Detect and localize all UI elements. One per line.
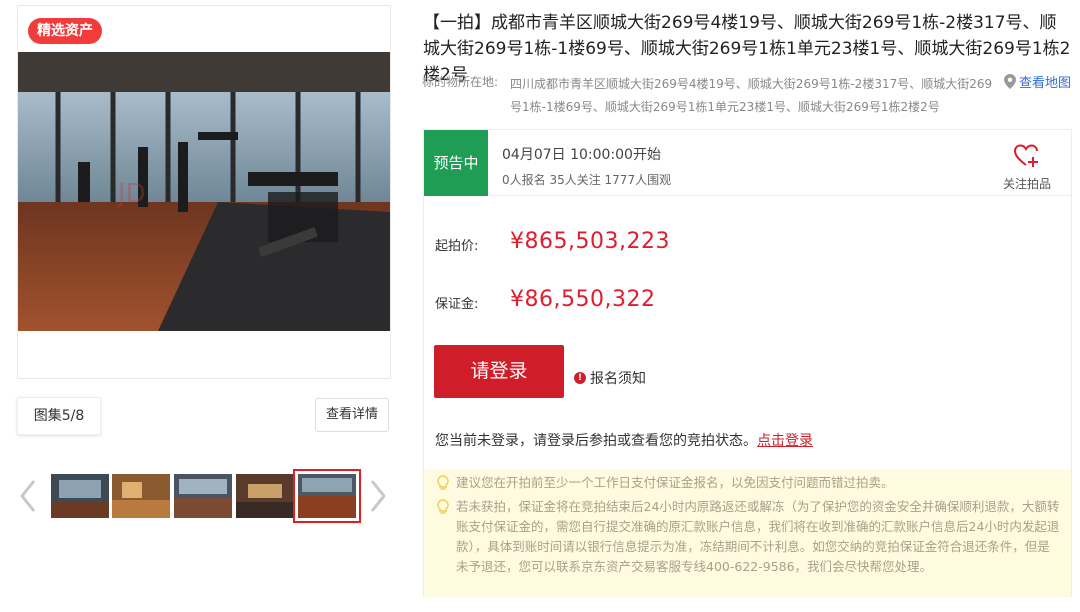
follow-label: 关注拍品: [1002, 177, 1051, 191]
thumbnail-1[interactable]: [51, 474, 109, 518]
thumbnail-5-active[interactable]: [293, 469, 361, 523]
login-button[interactable]: 请登录: [434, 345, 564, 398]
tip-text: 建议您在开拍前至少一个工作日支付保证金报名，以免因支付问题而错过拍卖。: [456, 475, 894, 490]
chevron-left-icon: [20, 480, 36, 512]
start-price-value: ¥865,503,223: [510, 229, 670, 254]
follow-button[interactable]: 关注拍品: [994, 144, 1060, 192]
view-map-label: 查看地图: [1019, 76, 1072, 91]
gym-photo-illustration: JD: [18, 52, 390, 331]
lightbulb-icon: [437, 475, 449, 490]
registration-notice-label: 报名须知: [590, 371, 646, 387]
svg-text:JD: JD: [116, 179, 146, 209]
login-hint-text: 您当前未登录，请登录后参拍或查看您的竞拍状态。: [435, 433, 757, 449]
thumbnail-2[interactable]: [112, 474, 170, 518]
auction-stats: 0人报名 35人关注 1777人围观: [502, 173, 672, 187]
auction-info-box: 预告中 04月07日 10:00:00开始 0人报名 35人关注 1777人围观…: [423, 129, 1072, 597]
login-hint: 您当前未登录，请登录后参拍或查看您的竞拍状态。点击登录: [435, 430, 813, 450]
tip-item: 若未获拍，保证金将在竞拍结束后24小时内原路返还或解冻（为了保护您的资金安全并确…: [436, 497, 1061, 577]
tip-item: 建议您在开拍前至少一个工作日支付保证金报名，以免因支付问题而错过拍卖。: [436, 473, 1061, 493]
tip-text: 若未获拍，保证金将在竞拍结束后24小时内原路返还或解冻（为了保护您的资金安全并确…: [456, 499, 1060, 574]
lightbulb-icon: [437, 499, 449, 514]
thumbnail-3[interactable]: [174, 474, 232, 518]
next-photo-arrow[interactable]: [368, 478, 388, 514]
location-text: 四川成都市青羊区顺城大街269号4楼19号、顺城大街269号1栋-2楼317号、…: [510, 77, 993, 114]
location-label: 标的物所在地:: [422, 75, 499, 89]
start-time: 04月07日 10:00:00开始: [502, 147, 661, 163]
deposit-value: ¥86,550,322: [510, 287, 656, 312]
start-price-label: 起拍价:: [435, 239, 479, 254]
featured-asset-badge: 精选资产: [28, 18, 102, 44]
deposit-label: 保证金:: [435, 297, 479, 312]
alert-icon: !: [574, 372, 586, 384]
click-login-link[interactable]: 点击登录: [757, 433, 813, 449]
chevron-right-icon: [370, 480, 386, 512]
map-pin-icon: [1004, 74, 1016, 89]
view-details-button[interactable]: 查看详情: [315, 398, 389, 432]
main-photo[interactable]: JD: [18, 52, 390, 331]
registration-notice-link[interactable]: ! 报名须知: [574, 368, 646, 388]
view-map-link[interactable]: 查看地图: [1004, 72, 1071, 91]
heart-plus-icon: [1013, 144, 1038, 167]
thumbnail-4[interactable]: [236, 474, 294, 518]
tips-panel: 建议您在开拍前至少一个工作日支付保证金报名，以免因支付问题而错过拍卖。 若未获拍…: [424, 469, 1071, 597]
prev-photo-arrow[interactable]: [18, 478, 38, 514]
auction-status-row: 预告中 04月07日 10:00:00开始 0人报名 35人关注 1777人围观…: [424, 130, 1071, 196]
status-badge: 预告中: [424, 130, 488, 196]
album-count: 图集5/8: [17, 397, 101, 435]
gallery-frame: JD 精选资产: [17, 5, 391, 379]
